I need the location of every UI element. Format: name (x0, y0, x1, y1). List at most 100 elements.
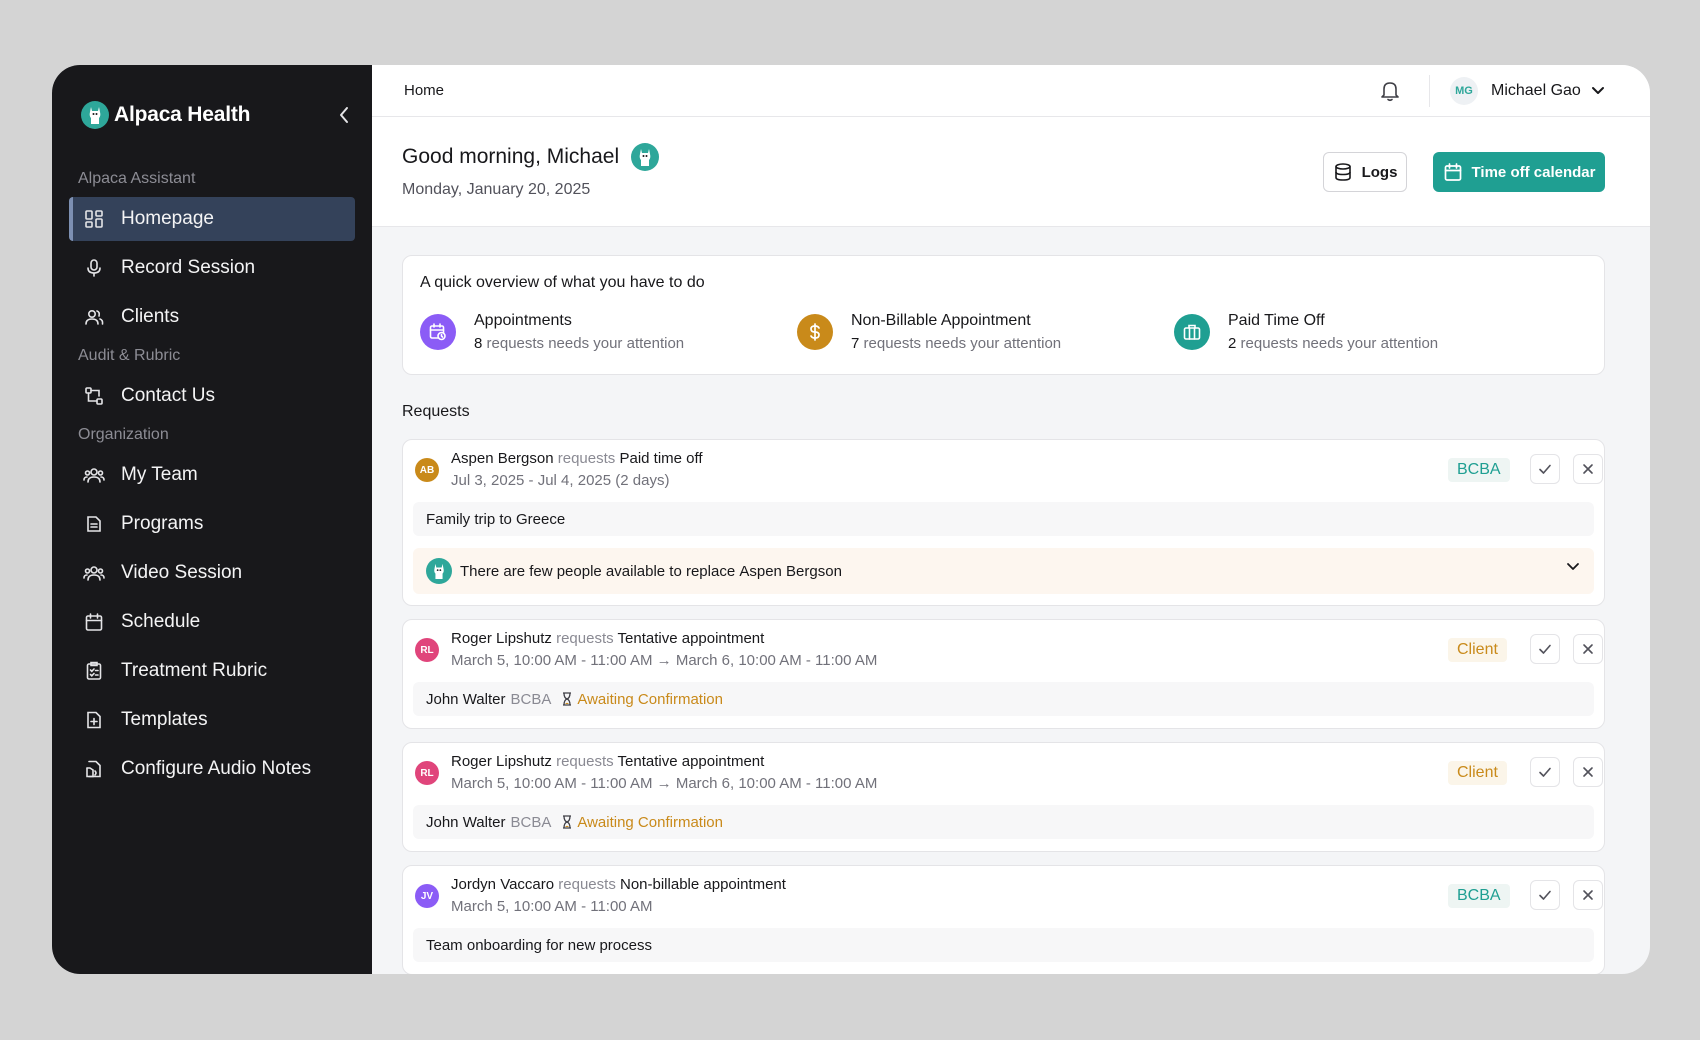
brand[interactable]: Alpaca Health (69, 90, 355, 140)
sidebar-item-treatment-rubric[interactable]: Treatment Rubric (69, 649, 355, 693)
avatar: AB (415, 458, 439, 482)
sidebar-item-video-session[interactable]: Video Session (69, 551, 355, 595)
collapse-sidebar-button[interactable] (332, 103, 356, 127)
assignee-name: John Walter (426, 690, 506, 708)
replacement-name: Aspen Bergson (739, 562, 842, 580)
current-date: Monday, January 20, 2025 (402, 181, 591, 198)
approve-button[interactable] (1530, 454, 1560, 484)
logs-button[interactable]: Logs (1323, 152, 1407, 192)
overview-item-summary: 8 requests needs your attention (474, 335, 685, 352)
reject-button[interactable] (1573, 880, 1603, 910)
breadcrumb[interactable]: Home (404, 82, 444, 99)
team-icon (83, 562, 105, 584)
calendar-icon (1444, 163, 1461, 181)
overview-card: A quick overview of what you have to do … (402, 255, 1605, 375)
sidebar-item-configure-audio-notes[interactable]: Configure Audio Notes (69, 747, 355, 791)
avatar: MG (1450, 77, 1478, 105)
time-off-label: Time off calendar (1471, 163, 1596, 181)
overview-paid-time-off[interactable]: Paid Time Off 2 requests needs your atte… (1174, 312, 1438, 352)
assignee-row: John Walter BCBA Awaiting Confirmation (413, 805, 1594, 839)
status-badge: Awaiting Confirmation (577, 813, 723, 831)
overview-item-summary: 2 requests needs your attention (1228, 335, 1439, 352)
request-dates: March 5, 10:00 AM - 11:00 AM → March 6, … (451, 652, 878, 669)
user-name: Michael Gao (1491, 82, 1581, 99)
check-icon (1539, 890, 1551, 900)
app-window: Alpaca Health Alpaca Assistant Homepage … (52, 65, 1650, 974)
check-icon (1539, 464, 1551, 474)
document-icon (83, 513, 105, 535)
microphone-icon (83, 257, 105, 279)
request-summary: Roger Lipshutz requests Tentative appoin… (451, 630, 765, 647)
user-menu[interactable]: MG Michael Gao (1450, 77, 1605, 105)
workflow-icon (83, 385, 105, 407)
alpaca-mascot-icon (631, 143, 660, 171)
dashboard-icon (83, 208, 105, 230)
replacement-text: There are few people available to replac… (460, 562, 736, 580)
request-dates: Jul 3, 2025 - Jul 4, 2025 (2 days) (451, 472, 670, 489)
brand-name: Alpaca Health (114, 103, 251, 126)
sidebar-item-my-team[interactable]: My Team (69, 453, 355, 497)
alpaca-mascot-icon (426, 558, 452, 584)
sidebar-item-label: My Team (121, 464, 198, 485)
overview-appointments[interactable]: Appointments 8 requests needs your atten… (420, 312, 684, 352)
reject-button[interactable] (1573, 454, 1603, 484)
overview-item-name: Appointments (474, 312, 572, 329)
hourglass-icon (563, 815, 572, 829)
sidebar-item-label: Templates (121, 709, 208, 730)
role-badge: BCBA (1448, 458, 1510, 482)
section-label-audit-rubric: Audit & Rubric (78, 347, 181, 364)
sidebar-item-label: Video Session (121, 562, 243, 583)
sidebar-item-label: Clients (121, 306, 180, 327)
close-icon (1583, 890, 1593, 900)
overview-item-summary: 7 requests needs your attention (851, 335, 1062, 352)
status-badge: Awaiting Confirmation (577, 690, 723, 708)
assignee-role: BCBA (510, 690, 552, 708)
request-summary: Aspen Bergson requests Paid time off (451, 450, 703, 467)
sidebar-item-clients[interactable]: Clients (69, 295, 355, 339)
close-icon (1583, 767, 1593, 777)
reject-button[interactable] (1573, 634, 1603, 664)
sidebar-item-programs[interactable]: Programs (69, 502, 355, 546)
dollar-icon (797, 314, 833, 350)
audio-file-icon (83, 758, 105, 780)
request-card: RL Roger Lipshutz requests Tentative app… (402, 619, 1605, 729)
sidebar-item-schedule[interactable]: Schedule (69, 600, 355, 644)
reject-button[interactable] (1573, 757, 1603, 787)
role-badge: BCBA (1448, 884, 1510, 908)
request-note: Team onboarding for new process (413, 928, 1594, 962)
section-label-organization: Organization (78, 426, 169, 443)
checklist-icon (83, 660, 105, 682)
sidebar: Alpaca Health Alpaca Assistant Homepage … (52, 65, 372, 974)
sidebar-item-label: Homepage (121, 208, 214, 229)
avatar: JV (415, 884, 439, 908)
bell-icon[interactable] (1379, 80, 1401, 102)
overview-non-billable[interactable]: Non-Billable Appointment 7 requests need… (797, 312, 1061, 352)
assignee-row: John Walter BCBA Awaiting Confirmation (413, 682, 1594, 716)
approve-button[interactable] (1530, 757, 1560, 787)
approve-button[interactable] (1530, 634, 1560, 664)
sidebar-item-label: Schedule (121, 611, 201, 632)
briefcase-icon (1174, 314, 1210, 350)
chevron-down-icon (1567, 563, 1579, 570)
close-icon (1583, 644, 1593, 654)
overview-item-name: Non-Billable Appointment (851, 312, 1031, 329)
role-badge: Client (1448, 638, 1507, 662)
sidebar-item-templates[interactable]: Templates (69, 698, 355, 742)
users-icon (83, 306, 105, 328)
request-card: JV Jordyn Vaccaro requests Non-billable … (402, 865, 1605, 974)
close-icon (1583, 464, 1593, 474)
avatar: RL (415, 638, 439, 662)
request-card: RL Roger Lipshutz requests Tentative app… (402, 742, 1605, 852)
greeting-text: Good morning, Michael (402, 145, 620, 168)
approve-button[interactable] (1530, 880, 1560, 910)
requests-heading: Requests (402, 403, 470, 420)
replacement-banner[interactable]: There are few people available to replac… (413, 548, 1594, 594)
assignee-name: John Walter (426, 813, 506, 831)
sidebar-item-contact-us[interactable]: Contact Us (69, 374, 355, 418)
sidebar-item-record-session[interactable]: Record Session (69, 246, 355, 290)
section-label-alpaca-assistant: Alpaca Assistant (78, 170, 196, 187)
time-off-calendar-button[interactable]: Time off calendar (1433, 152, 1605, 192)
sidebar-item-label: Contact Us (121, 385, 215, 406)
sidebar-item-homepage[interactable]: Homepage (69, 197, 355, 241)
request-dates: March 5, 10:00 AM - 11:00 AM (451, 898, 653, 915)
